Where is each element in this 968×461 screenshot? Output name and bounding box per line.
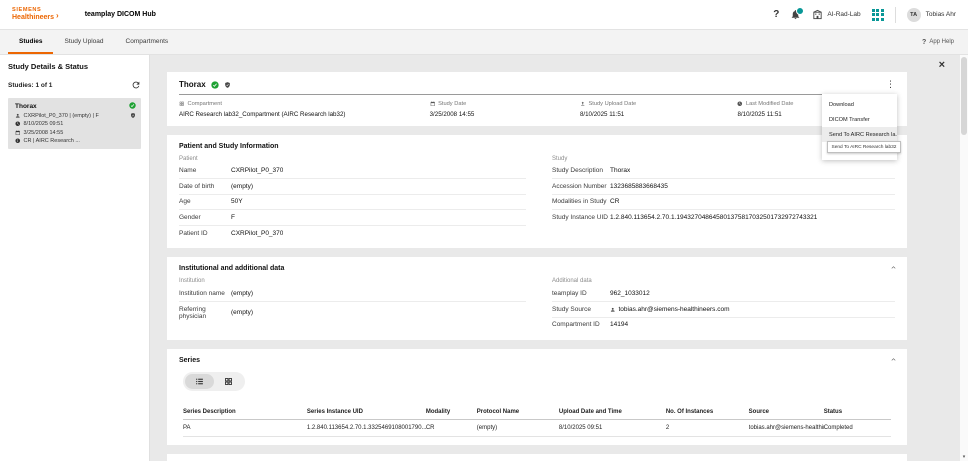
series-table: Series Description Series Instance UID M… <box>179 405 895 437</box>
field-row: NameCXRPilot_P0_370 <box>179 164 526 180</box>
field-row: Study DescriptionThorax <box>552 164 895 180</box>
scrollbar-down-arrow[interactable]: ▾ <box>961 454 967 460</box>
meta-compartment: Compartment AIRC Research lab32_Compartm… <box>179 101 430 118</box>
calendar-icon <box>430 101 436 107</box>
menu-item-tooltip: Send To AIRC Research lab32 <box>827 141 901 153</box>
chevron-up-icon[interactable] <box>890 356 897 363</box>
shield-icon <box>130 112 136 119</box>
institutional-card: Institutional and additional data Instit… <box>167 257 907 340</box>
series-view-toggle <box>183 372 245 391</box>
study-card-study-date: 3/25/2008 14:55 <box>24 130 64 136</box>
field-row: Date of birth(empty) <box>179 179 526 195</box>
additional-data-column: Additional data teamplay ID962_1033012 S… <box>552 278 895 332</box>
status-check-icon <box>211 81 219 89</box>
person-icon <box>610 307 616 313</box>
field-row: Institution name(empty) <box>179 286 526 302</box>
menu-item-dicom-transfer[interactable]: DICOM Transfer <box>822 112 897 127</box>
field-row: GenderF <box>179 210 526 226</box>
status-check-icon <box>129 102 136 109</box>
divider <box>179 94 895 95</box>
meta-upload-date: Study Upload Date 8/10/2025 11:51 <box>580 101 738 118</box>
divider <box>895 7 896 23</box>
study-card-title: Thorax <box>15 103 134 110</box>
tab-studies[interactable]: Studies <box>8 30 53 54</box>
tab-bar: Studies Study Upload Compartments ? App … <box>0 30 968 55</box>
meta-study-date: Study Date 3/25/2008 14:55 <box>430 101 580 118</box>
study-header-card: Thorax ⋮ Compartment AIRC Research lab32… <box>167 72 907 126</box>
study-column: Study Study DescriptionThorax Accession … <box>552 156 895 241</box>
building-icon <box>812 9 823 20</box>
study-list-sidebar: Study Details & Status Studies: 1 of 1 T… <box>0 55 150 461</box>
app-help-icon: ? <box>922 39 926 46</box>
refresh-icon[interactable] <box>131 80 141 90</box>
series-table-header: Series Description Series Instance UID M… <box>183 405 891 420</box>
grid-view-button[interactable] <box>214 374 243 389</box>
tab-compartments[interactable]: Compartments <box>115 30 180 54</box>
list-view-icon <box>195 377 204 386</box>
study-card-patient-line: CXRPilot_P0_370 | (empty) | F <box>24 113 99 119</box>
org-label: AI-Rad-Lab <box>827 11 860 18</box>
organization-selector[interactable]: AI-Rad-Lab <box>812 9 860 20</box>
chevron-up-icon[interactable] <box>890 264 897 271</box>
help-icon[interactable]: ? <box>773 9 779 20</box>
field-row: Age50Y <box>179 195 526 211</box>
sidebar-title: Study Details & Status <box>8 62 141 71</box>
scrollbar-thumb[interactable] <box>961 57 967 135</box>
tab-study-upload[interactable]: Study Upload <box>53 30 114 54</box>
patient-icon <box>15 113 21 119</box>
brand-arrow-icon: › <box>56 11 59 20</box>
institution-column: Institution Institution name(empty) Refe… <box>179 278 526 332</box>
study-card-upload-date: 8/10/2025 09:51 <box>24 121 64 127</box>
section-title: Series <box>179 357 895 364</box>
menu-item-download[interactable]: Download <box>822 97 897 112</box>
field-row: teamplay ID962_1033012 <box>552 286 895 302</box>
app-title: teamplay DICOM Hub <box>85 11 156 18</box>
siemens-healthineers-logo: SIEMENS Healthineers › <box>12 8 59 21</box>
series-table-row[interactable]: PA 1.2.840.113654.2.70.1.332546910800179… <box>183 420 891 437</box>
clock-icon <box>737 101 743 107</box>
notifications-bell-icon[interactable] <box>790 9 801 20</box>
app-help-link[interactable]: ? App Help <box>922 30 968 54</box>
study-card-modality-line: CR | AIRC Research ... <box>24 138 80 144</box>
shield-icon <box>224 81 231 89</box>
top-bar-actions: ? AI-Rad-Lab TA Tobias Ahr <box>773 7 956 23</box>
notification-badge <box>796 7 804 15</box>
compartment-icon <box>179 101 185 107</box>
field-row: Referring physician(empty) <box>179 302 526 324</box>
patient-column: Patient NameCXRPilot_P0_370 Date of birt… <box>179 156 526 241</box>
clock-icon <box>15 121 21 127</box>
field-row: Compartment ID14194 <box>552 318 895 333</box>
study-list-item[interactable]: Thorax CXRPilot_P0_370 | (empty) | F 8/1… <box>8 98 141 149</box>
field-row: Modalities in StudyCR <box>552 195 895 211</box>
top-bar: SIEMENS Healthineers › teamplay DICOM Hu… <box>0 0 968 30</box>
section-title: Institutional and additional data <box>179 265 895 272</box>
upload-icon <box>580 101 586 107</box>
menu-item-send-to[interactable]: Send To AIRC Research la... <box>822 127 897 142</box>
field-row: Study Source tobias.ahr@siemens-healthin… <box>552 302 895 318</box>
avatar: TA <box>907 8 921 22</box>
study-title: Thorax <box>179 80 206 89</box>
user-name: Tobias Ahr <box>926 11 956 18</box>
next-section-card <box>167 454 907 461</box>
studies-count: Studies: 1 of 1 <box>8 82 52 89</box>
app-window: SIEMENS Healthineers › teamplay DICOM Hu… <box>0 0 968 461</box>
brand-line2: Healthineers <box>12 14 54 21</box>
apps-grid-icon[interactable] <box>872 9 884 21</box>
calendar-icon <box>15 130 21 136</box>
user-menu[interactable]: TA Tobias Ahr <box>907 8 956 22</box>
grid-view-icon <box>224 377 233 386</box>
series-card: Series Series Description Series Instanc… <box>167 349 907 445</box>
scrollbar[interactable]: ▾ <box>960 55 968 461</box>
field-row: Patient IDCXRPilot_P0_370 <box>179 226 526 241</box>
patient-study-card: Patient and Study Information Patient Na… <box>167 135 907 249</box>
section-title: Patient and Study Information <box>179 143 895 150</box>
list-view-button[interactable] <box>185 374 214 389</box>
info-icon <box>15 138 21 144</box>
field-row: Accession Number1323685883668435 <box>552 179 895 195</box>
close-button[interactable]: × <box>939 60 945 71</box>
field-row: Study Instance UID1.2.840.113654.2.70.1.… <box>552 210 895 225</box>
overflow-menu-icon[interactable]: ⋮ <box>882 77 899 92</box>
